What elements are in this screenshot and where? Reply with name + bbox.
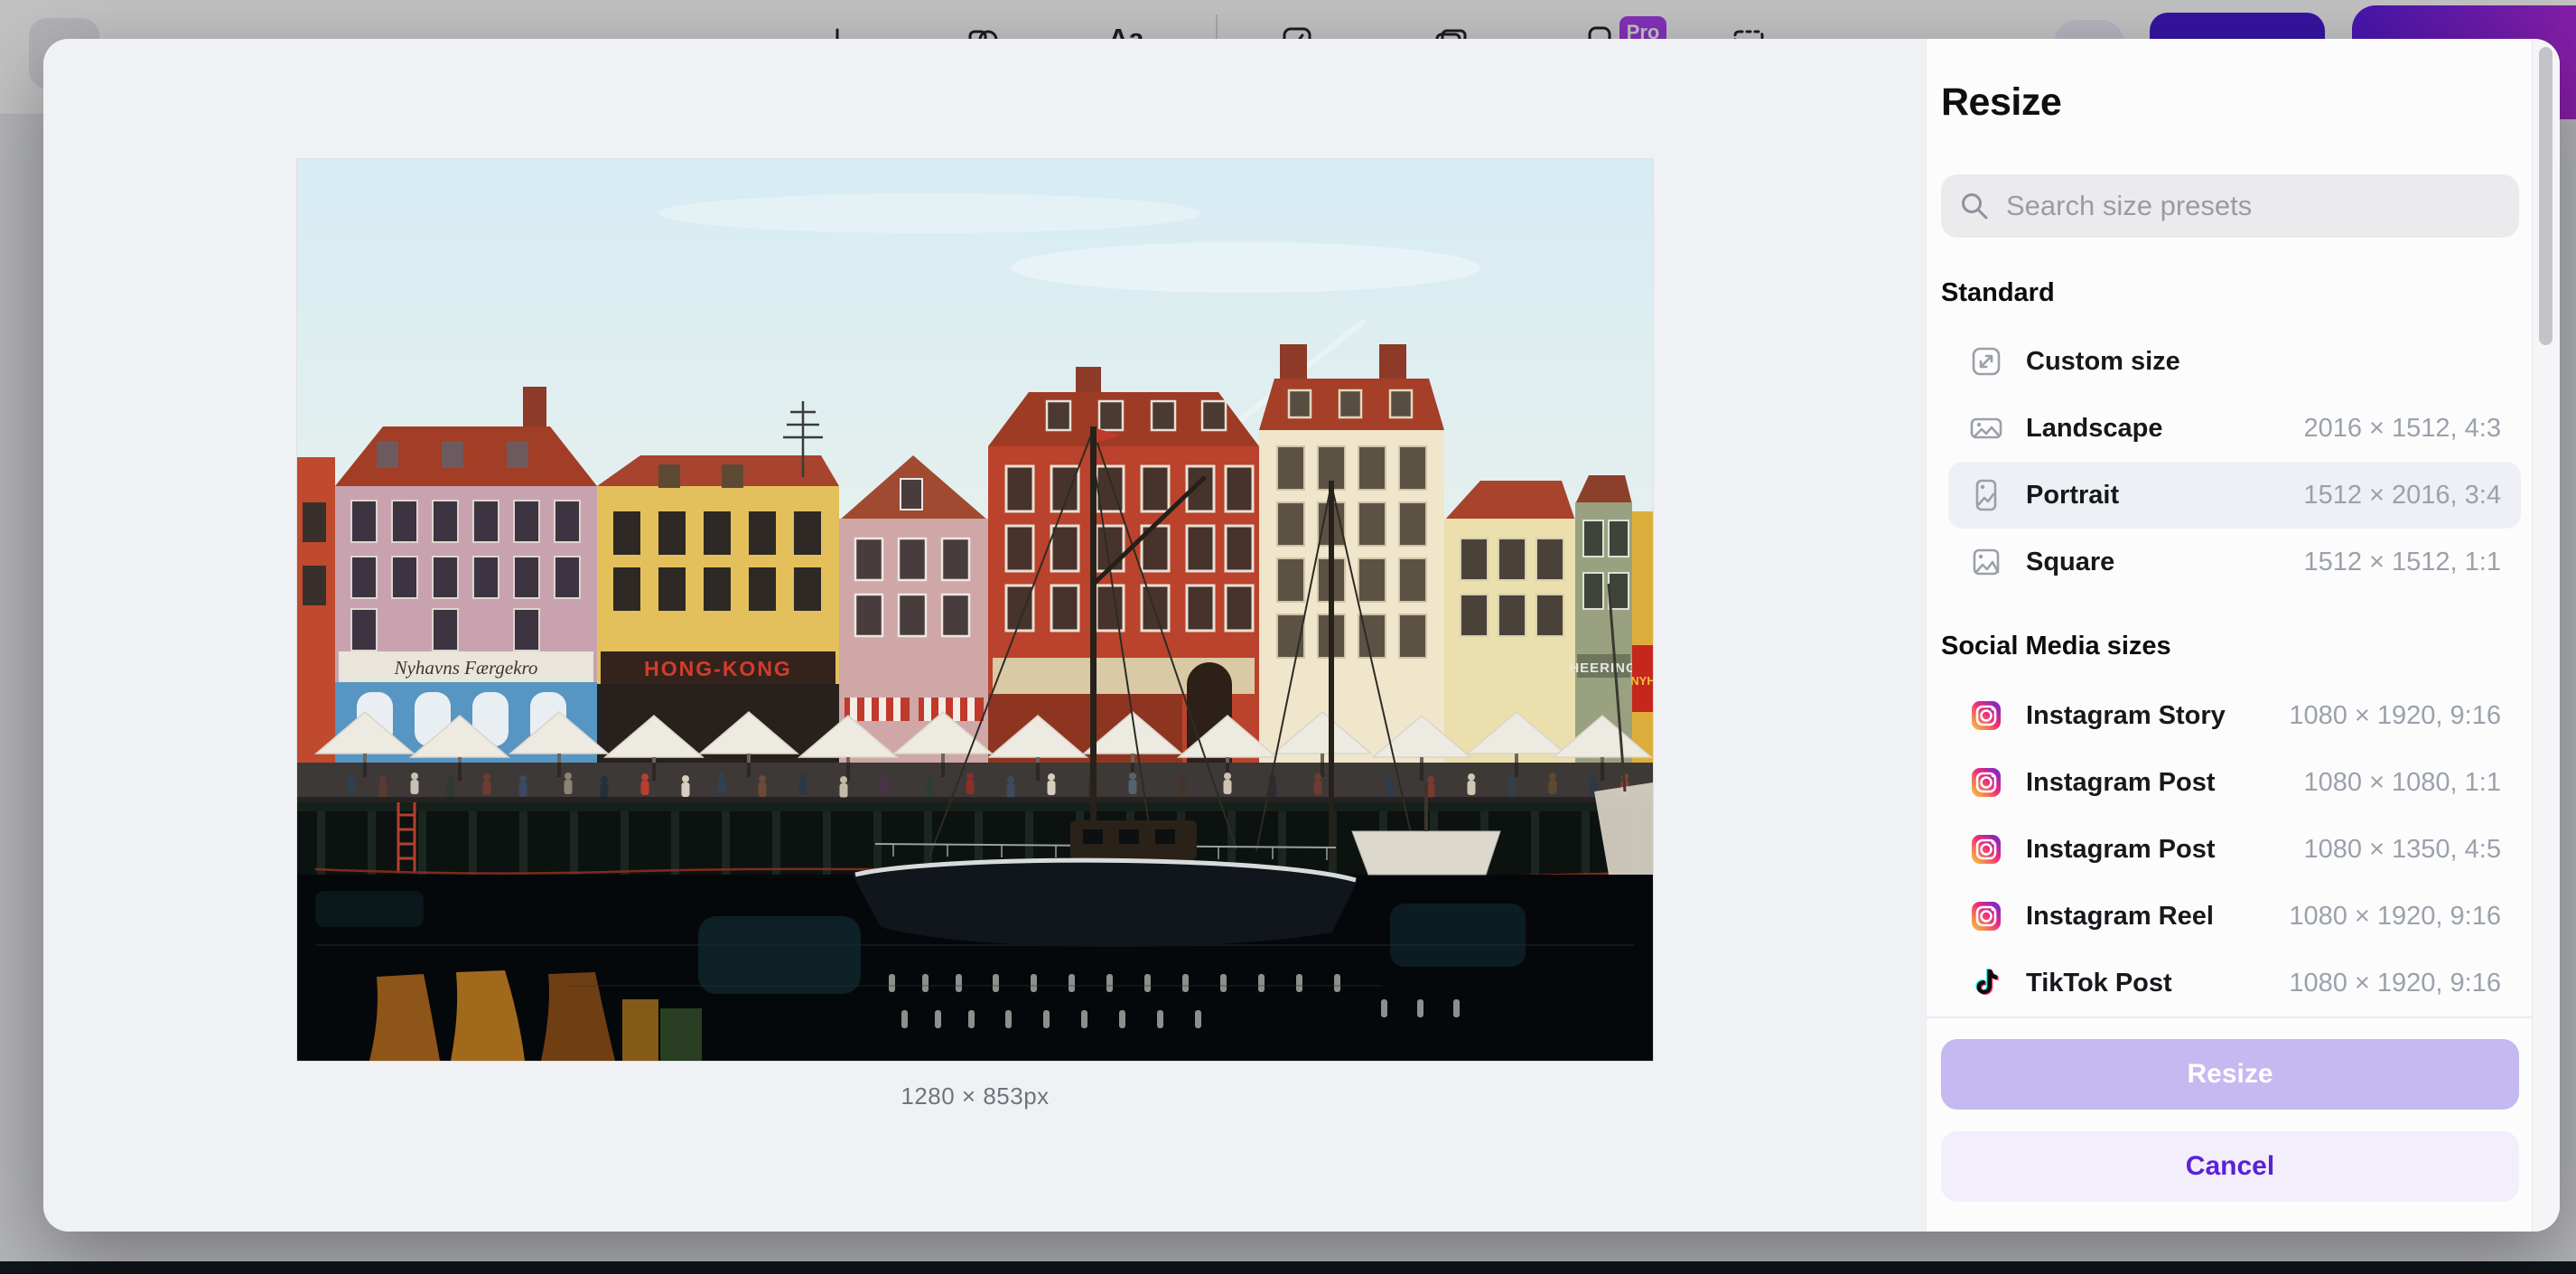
section-header-standard: Standard — [1941, 278, 2055, 308]
preset-label: Instagram Story — [2026, 701, 2226, 731]
photo-sign-bar: HONG-KONG — [644, 657, 792, 680]
square-icon — [1968, 544, 2004, 580]
resize-confirm-button[interactable]: Resize — [1941, 1039, 2519, 1110]
panel-title: Resize — [1941, 80, 2061, 125]
preset-label: Square — [2026, 548, 2114, 577]
preset-detail: 1080 × 1920, 9:16 — [2289, 701, 2501, 731]
preset-detail: 1080 × 1350, 4:5 — [2303, 835, 2501, 865]
preset-detail: 1080 × 1920, 9:16 — [2289, 902, 2501, 932]
photo-sign-nyh: NYH — [1630, 674, 1653, 688]
preset-detail: 1512 × 1512, 1:1 — [2303, 548, 2501, 577]
preset-row-instagram-post-1-1[interactable]: Instagram Post 1080 × 1080, 1:1 — [1948, 749, 2521, 816]
panel-scrollbar-track — [2532, 39, 2560, 1232]
cancel-button[interactable]: Cancel — [1941, 1131, 2519, 1202]
resize-preview-area: Nyhavns Færgekro HONG-KONG — [43, 39, 1926, 1232]
tiktok-icon — [1968, 965, 2004, 1001]
panel-scrollbar-thumb[interactable] — [2539, 47, 2553, 345]
portrait-icon — [1968, 477, 2004, 513]
preset-row-custom-size[interactable]: Custom size — [1948, 328, 2521, 395]
preset-label: Landscape — [2026, 414, 2163, 444]
resize-modal: Nyhavns Færgekro HONG-KONG — [43, 39, 2560, 1232]
image-dimensions-caption: 1280 × 853px — [297, 1082, 1653, 1110]
photo-sign-heering: HEERING — [1569, 660, 1637, 676]
photo-sign-inn: Nyhavns Færgekro — [394, 657, 538, 679]
section-header-social: Social Media sizes — [1941, 632, 2171, 661]
preset-detail: 1512 × 2016, 3:4 — [2303, 481, 2501, 511]
preset-label: Instagram Post — [2026, 768, 2216, 798]
landscape-icon — [1968, 410, 2004, 446]
preset-row-instagram-reel[interactable]: Instagram Reel 1080 × 1920, 9:16 — [1948, 883, 2521, 950]
preset-label: Instagram Reel — [2026, 902, 2214, 932]
preset-label: TikTok Post — [2026, 969, 2172, 998]
preset-label: Portrait — [2026, 481, 2119, 511]
preset-row-tiktok-post[interactable]: TikTok Post 1080 × 1920, 9:16 — [1948, 950, 2521, 1016]
search-icon — [1959, 191, 1990, 221]
app-screen: Aa Pro — [0, 0, 2576, 1274]
canvas-image-preview: Nyhavns Færgekro HONG-KONG — [297, 159, 1653, 1061]
instagram-icon — [1968, 898, 2004, 934]
resize-panel: Resize Standard Custom size Landscape 20… — [1926, 39, 2533, 1232]
preset-row-portrait[interactable]: Portrait 1512 × 2016, 3:4 — [1948, 462, 2521, 529]
preset-detail: 1080 × 1920, 9:16 — [2289, 969, 2501, 998]
preset-detail: 1080 × 1080, 1:1 — [2303, 768, 2501, 798]
preset-row-instagram-post-4-5[interactable]: Instagram Post 1080 × 1350, 4:5 — [1948, 816, 2521, 883]
preset-row-instagram-story[interactable]: Instagram Story 1080 × 1920, 9:16 — [1948, 682, 2521, 749]
preset-row-landscape[interactable]: Landscape 2016 × 1512, 4:3 — [1948, 395, 2521, 462]
custom-size-icon — [1968, 343, 2004, 379]
search-input[interactable] — [2004, 189, 2501, 223]
preset-label: Instagram Post — [2026, 835, 2216, 865]
panel-divider — [1927, 1016, 2533, 1018]
preset-row-square[interactable]: Square 1512 × 1512, 1:1 — [1948, 529, 2521, 595]
instagram-icon — [1968, 698, 2004, 734]
search-presets-box[interactable] — [1941, 174, 2519, 238]
instagram-icon — [1968, 831, 2004, 867]
preset-label: Custom size — [2026, 347, 2180, 377]
instagram-icon — [1968, 764, 2004, 801]
preset-detail: 2016 × 1512, 4:3 — [2303, 414, 2501, 444]
